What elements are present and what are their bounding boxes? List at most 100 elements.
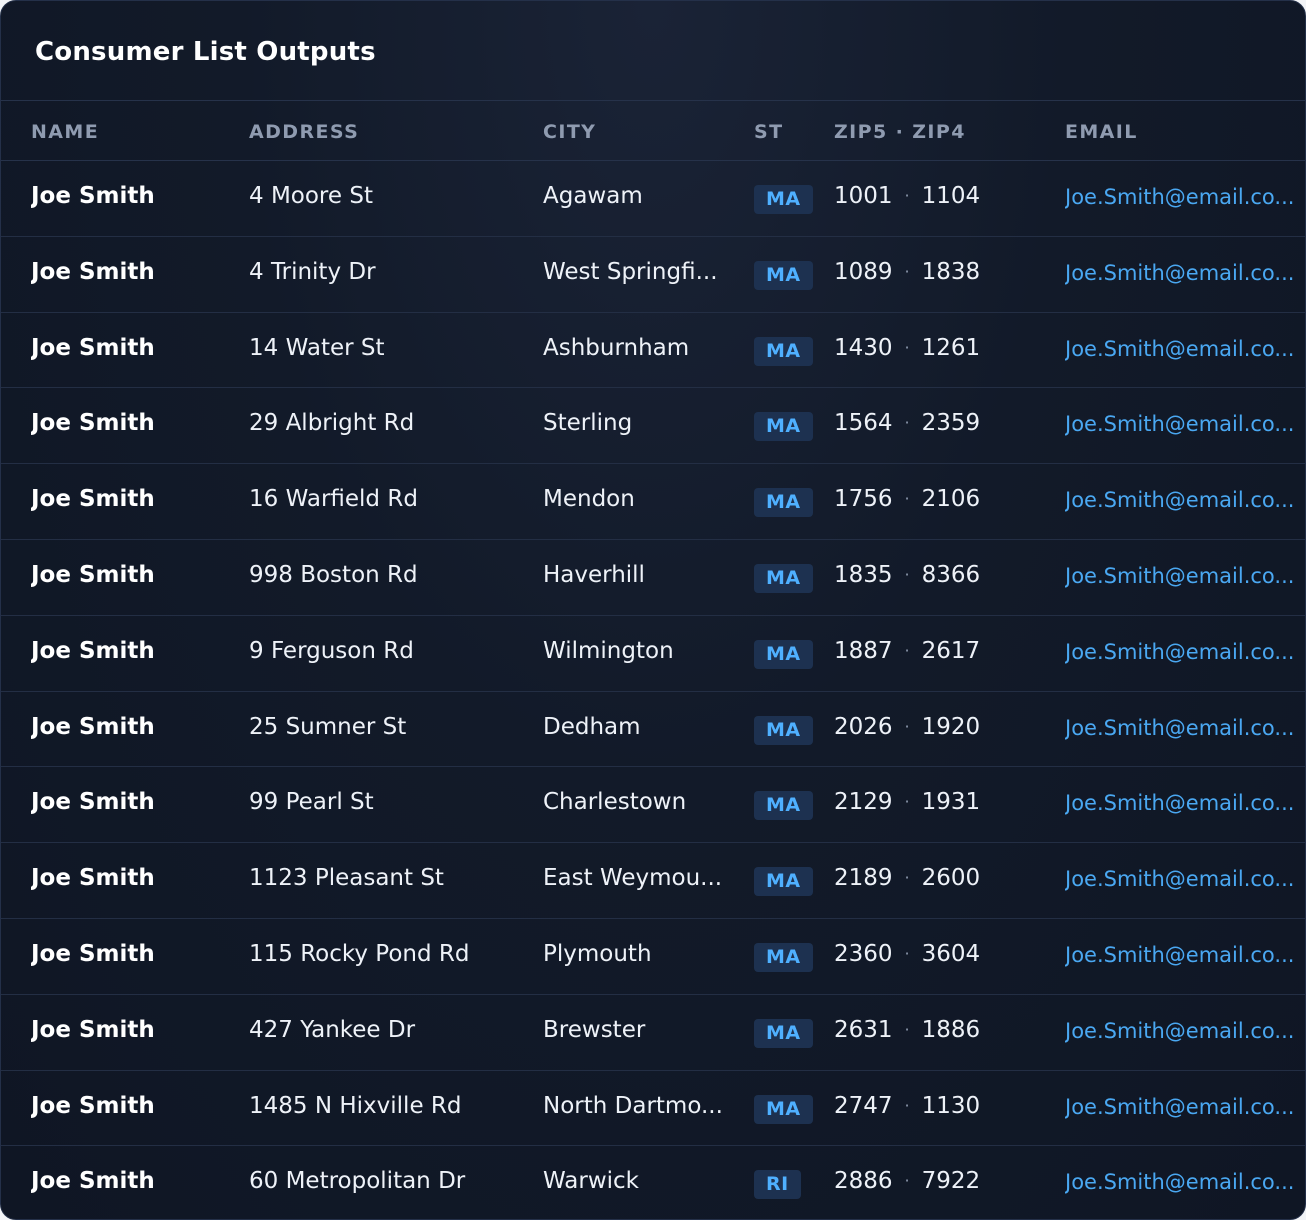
table-row[interactable]: Joe Smith 4 Trinity Dr West Springfi... MA 1… <box>1 237 1305 313</box>
zip-separator: · <box>904 413 910 433</box>
email-link[interactable]: Joe.Smith@email.co... <box>1065 488 1295 512</box>
cell-address: 29 Albright Rd <box>249 410 415 437</box>
table-row[interactable]: Joe Smith 1123 Pleasant St East Weymou... M… <box>1 843 1305 919</box>
zip5: 1089 <box>834 258 893 285</box>
zip4: 1261 <box>921 334 981 361</box>
email-link[interactable]: Joe.Smith@email.co... <box>1065 1095 1295 1119</box>
cell-zip: 1564 · 2359 <box>834 410 1044 436</box>
zip5: 2189 <box>834 865 893 892</box>
cell-city: East Weymou... <box>543 865 723 892</box>
email-link[interactable]: Joe.Smith@email.co... <box>1065 564 1295 588</box>
state-badge: MA <box>754 412 813 442</box>
table-row[interactable]: Joe Smith 16 Warfield Rd Mendon MA 1756 · 2106… <box>1 464 1305 540</box>
cell-city: North Dartmo... <box>543 1092 723 1119</box>
column-header-city[interactable]: CITY <box>543 121 596 143</box>
table-row[interactable]: Joe Smith 998 Boston Rd Haverhill MA 1835 · 83… <box>1 540 1305 616</box>
cell-name: Joe Smith <box>31 486 155 513</box>
zip4: 1886 <box>921 1016 981 1043</box>
state-badge: MA <box>754 639 813 669</box>
cell-name: Joe Smith <box>31 865 155 892</box>
zip5: 1756 <box>834 486 893 513</box>
table-row[interactable]: Joe Smith 1485 N Hixville Rd North Dartmo.… <box>1 1071 1305 1147</box>
column-header-state[interactable]: ST <box>754 121 783 143</box>
table-row[interactable]: Joe Smith 99 Pearl St Charlestown MA 2129 · 19… <box>1 767 1305 844</box>
email-link[interactable]: Joe.Smith@email.co... <box>1065 867 1295 891</box>
zip-separator: · <box>904 1019 910 1039</box>
zip-separator: · <box>904 716 910 736</box>
email-link[interactable]: Joe.Smith@email.co... <box>1065 640 1295 664</box>
cell-zip: 2886 · 7922 <box>834 1168 1044 1194</box>
cell-address: 4 Moore St <box>249 183 373 209</box>
zip-separator: · <box>904 1171 910 1191</box>
email-link[interactable]: Joe.Smith@email.co... <box>1065 1170 1295 1194</box>
cell-city: Dedham <box>543 713 641 740</box>
cell-city: Charlestown <box>543 789 687 816</box>
cell-address: 60 Metropolitan Dr <box>249 1168 466 1195</box>
email-link[interactable]: Joe.Smith@email.co... <box>1065 943 1295 967</box>
cell-address: 4 Trinity Dr <box>249 258 376 285</box>
cell-state: MA <box>754 336 813 366</box>
table-row[interactable]: Joe Smith 9 Ferguson Rd Wilmington MA 1887 · 2… <box>1 616 1305 692</box>
cell-name: Joe Smith <box>31 1092 155 1119</box>
email-link[interactable]: Joe.Smith@email.co... <box>1065 185 1295 209</box>
zip4: 3604 <box>921 940 981 967</box>
zip5: 2747 <box>834 1092 893 1119</box>
cell-state: MA <box>754 1018 813 1048</box>
cell-city: Sterling <box>543 410 633 437</box>
email-link[interactable]: Joe.Smith@email.co... <box>1065 791 1295 815</box>
cell-address: 1123 Pleasant St <box>249 865 444 892</box>
cell-state: RI <box>754 1170 801 1200</box>
state-badge: MA <box>754 791 813 821</box>
cell-name: Joe Smith <box>31 789 155 816</box>
email-link[interactable]: Joe.Smith@email.co... <box>1065 716 1295 740</box>
table-row[interactable]: Joe Smith 427 Yankee Dr Brewster MA 2631 · 188… <box>1 995 1305 1071</box>
column-header-zip[interactable]: ZIP5 · ZIP4 <box>834 121 966 143</box>
cell-name: Joe Smith <box>31 637 155 664</box>
zip4: 8366 <box>921 561 981 588</box>
cell-state: MA <box>754 942 813 972</box>
email-link[interactable]: Joe.Smith@email.co... <box>1065 337 1295 361</box>
cell-name: Joe Smith <box>31 561 155 588</box>
cell-zip: 2360 · 3604 <box>834 941 1044 967</box>
email-link[interactable]: Joe.Smith@email.co... <box>1065 1019 1295 1043</box>
cell-state: MA <box>754 791 813 821</box>
table-row[interactable]: Joe Smith 29 Albright Rd Sterling MA 1564 · 23… <box>1 388 1305 465</box>
cell-name: Joe Smith <box>31 1016 155 1043</box>
zip4: 2359 <box>921 410 981 437</box>
zip4: 1838 <box>921 258 981 285</box>
email-link[interactable]: Joe.Smith@email.co... <box>1065 412 1295 436</box>
table-row[interactable]: Joe Smith 115 Rocky Pond Rd Plymouth MA 2360… <box>1 919 1305 995</box>
table-row[interactable]: Joe Smith 25 Sumner St Dedham MA 2026 · 1920 Jo… <box>1 692 1305 768</box>
cell-state: MA <box>754 260 813 290</box>
zip-separator: · <box>904 489 910 509</box>
zip5: 1001 <box>834 183 893 209</box>
cell-address: 99 Pearl St <box>249 789 374 816</box>
zip-separator: · <box>904 640 910 660</box>
state-badge: MA <box>754 715 813 745</box>
state-badge: MA <box>754 1094 813 1124</box>
zip-separator: · <box>904 186 910 205</box>
zip4: 2106 <box>921 486 981 513</box>
cell-state: MA <box>754 639 813 669</box>
cell-state: MA <box>754 488 813 518</box>
table-row[interactable]: Joe Smith 60 Metropolitan Dr Warwick RI 2886… <box>1 1146 1305 1219</box>
column-header-email[interactable]: EMAIL <box>1065 121 1138 143</box>
email-link[interactable]: Joe.Smith@email.co... <box>1065 261 1295 285</box>
cell-zip: 1430 · 1261 <box>834 335 1044 361</box>
cell-city: West Springfi... <box>543 258 718 285</box>
column-header-name[interactable]: NAME <box>31 121 99 143</box>
cell-address: 1485 N Hixville Rd <box>249 1092 462 1119</box>
zip4: 1130 <box>921 1092 981 1119</box>
cell-state: MA <box>754 715 813 745</box>
cell-name: Joe Smith <box>31 183 155 209</box>
cell-state: MA <box>754 412 813 442</box>
cell-zip: 1756 · 2106 <box>834 486 1044 512</box>
table-row[interactable]: Joe Smith 4 Moore St Agawam MA 1001 · 1104 Joe.… <box>1 161 1305 237</box>
cell-zip: 1835 · 8366 <box>834 562 1044 588</box>
zip-separator: · <box>904 261 910 281</box>
zip5: 1835 <box>834 561 893 588</box>
column-header-address[interactable]: ADDRESS <box>249 121 359 143</box>
table-row[interactable]: Joe Smith 14 Water St Ashburnham MA 1430 · 126… <box>1 313 1305 389</box>
cell-city: Wilmington <box>543 637 674 664</box>
zip5: 1887 <box>834 637 893 664</box>
